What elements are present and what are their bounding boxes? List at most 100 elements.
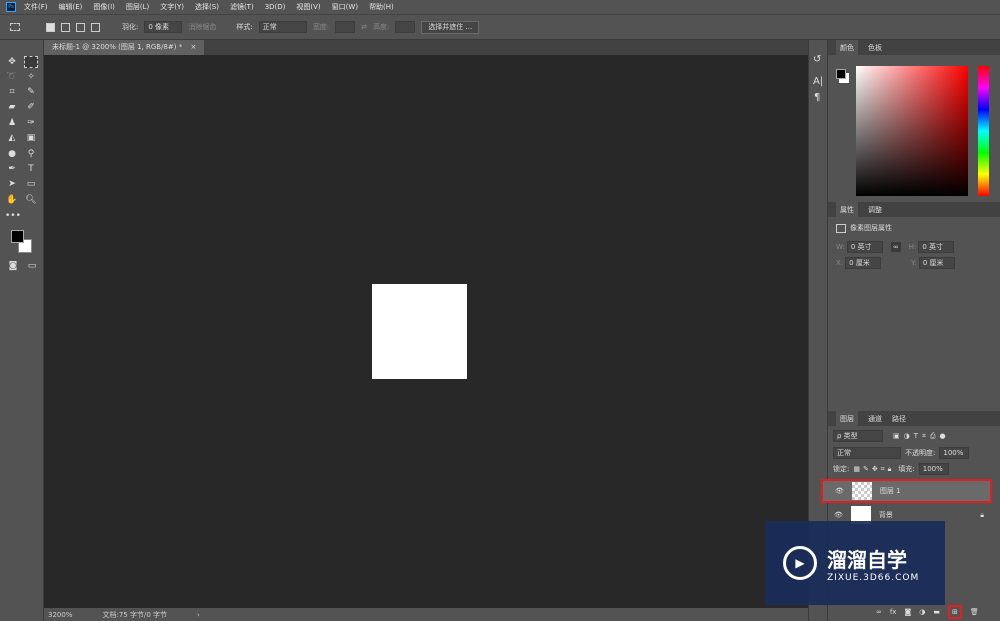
gradient-tool-icon[interactable]: ▣: [24, 132, 38, 144]
fill-label: 填充:: [898, 465, 915, 473]
tab-layers[interactable]: 图层: [836, 410, 858, 427]
adjustment-layer-icon[interactable]: ◑: [919, 608, 925, 616]
style-label: 样式:: [236, 23, 253, 31]
height-field[interactable]: 0 英寸: [918, 241, 955, 253]
menu-view[interactable]: 视图(V): [296, 2, 320, 12]
tab-paths[interactable]: 路径: [892, 414, 906, 424]
close-tab-icon[interactable]: ×: [190, 43, 196, 51]
type-tool-icon[interactable]: T: [24, 163, 38, 175]
blur-tool-icon[interactable]: ●: [5, 148, 19, 160]
stamp-tool-icon[interactable]: ♟: [5, 117, 19, 129]
layer-row-selected[interactable]: 👁︎ 图层 1: [821, 479, 992, 503]
eraser-tool-icon[interactable]: ◭: [5, 132, 19, 144]
layer-name[interactable]: 背景: [879, 510, 893, 520]
marquee-tool-icon[interactable]: [24, 56, 38, 68]
menu-select[interactable]: 选择(S): [195, 2, 219, 12]
marquee-preset-icon[interactable]: [10, 23, 20, 31]
more-tools-icon[interactable]: •••: [5, 210, 21, 222]
link-layers-icon[interactable]: ∞: [876, 608, 882, 616]
y-label: Y:: [911, 259, 917, 267]
menu-window[interactable]: 窗口(W): [332, 2, 358, 12]
layer-name[interactable]: 图层 1: [880, 486, 901, 496]
visibility-eye-icon[interactable]: 👁︎: [835, 487, 844, 495]
path-select-icon[interactable]: ➤: [5, 178, 19, 190]
color-fg-swatch[interactable]: [836, 69, 846, 79]
color-picker-field[interactable]: [856, 66, 968, 196]
history-icon[interactable]: ↺: [813, 54, 821, 65]
width-field[interactable]: 0 英寸: [846, 241, 883, 253]
move-tool-icon[interactable]: ✥: [5, 56, 19, 68]
style-select[interactable]: 正常: [258, 21, 307, 33]
delete-layer-icon[interactable]: 🗑︎: [970, 608, 979, 616]
zoom-level[interactable]: 3200%: [48, 611, 72, 619]
screen-mode-icon[interactable]: ▭: [25, 260, 39, 272]
document-tab[interactable]: 未标题-1 @ 3200% (图层 1, RGB/8#) * ×: [44, 40, 205, 55]
document-canvas[interactable]: [372, 284, 467, 379]
tab-color[interactable]: 颜色: [836, 39, 858, 56]
intersect-selection-icon[interactable]: [91, 22, 100, 32]
menu-filter[interactable]: 滤镜(T): [230, 2, 254, 12]
new-group-icon[interactable]: ▬: [933, 608, 940, 616]
dodge-tool-icon[interactable]: ⚲: [24, 148, 38, 160]
fill-input[interactable]: 100%: [918, 463, 949, 475]
zoom-tool-icon[interactable]: 🔍︎: [24, 194, 38, 206]
add-mask-icon[interactable]: ◙: [904, 608, 911, 616]
healing-brush-icon[interactable]: ▰: [5, 101, 19, 113]
lasso-tool-icon[interactable]: ➰: [5, 71, 19, 83]
width-input[interactable]: [335, 21, 356, 33]
eyedropper-icon[interactable]: ✎: [24, 86, 38, 98]
quick-mask-icon[interactable]: ◙: [6, 260, 20, 272]
brush-tool-icon[interactable]: ✐: [24, 101, 38, 113]
foreground-color-swatch[interactable]: [11, 230, 24, 243]
new-selection-icon[interactable]: [46, 22, 55, 32]
y-field[interactable]: 0 厘米: [918, 257, 955, 269]
select-and-mask-button[interactable]: 选择并遮住 ...: [421, 20, 480, 34]
h-label: H:: [908, 243, 917, 251]
history-brush-icon[interactable]: ✑: [24, 117, 38, 129]
blend-mode-select[interactable]: 正常: [833, 447, 901, 459]
subtract-selection-icon[interactable]: [76, 22, 85, 32]
antialias-checkbox[interactable]: 消除锯齿: [188, 22, 216, 32]
opacity-input[interactable]: 100%: [939, 447, 970, 459]
height-input[interactable]: [395, 21, 416, 33]
menu-file[interactable]: 文件(F): [24, 2, 48, 12]
add-selection-icon[interactable]: [61, 22, 70, 32]
x-field[interactable]: 0 厘米: [845, 257, 882, 269]
menu-edit[interactable]: 编辑(E): [59, 2, 83, 12]
character-icon[interactable]: A|: [813, 76, 823, 87]
rectangle-tool-icon[interactable]: ▭: [24, 178, 38, 190]
layer-thumbnail: [851, 482, 872, 500]
fx-icon[interactable]: fx: [890, 608, 897, 616]
tab-swatches[interactable]: 色板: [868, 43, 882, 53]
watermark-play-icon: ▶: [783, 546, 817, 580]
paragraph-icon[interactable]: ¶: [814, 92, 820, 103]
lock-icons[interactable]: ▦✎✥⌗🔒︎: [853, 465, 894, 474]
feather-input[interactable]: 0 像素: [144, 21, 183, 33]
hand-tool-icon[interactable]: ✋: [5, 194, 19, 206]
photoshop-logo: Ps: [6, 2, 16, 12]
layer-filter-select[interactable]: ρ 类型: [833, 430, 883, 442]
crop-tool-icon[interactable]: ⌗: [5, 86, 19, 98]
tab-properties[interactable]: 属性: [836, 201, 858, 218]
new-layer-icon[interactable]: ⊞: [947, 605, 962, 619]
menu-type[interactable]: 文字(Y): [160, 2, 184, 12]
color-panel-tabs: 颜色 色板: [828, 39, 1000, 56]
document-tab-bar: 未标题-1 @ 3200% (图层 1, RGB/8#) * ×: [44, 40, 808, 55]
hue-slider[interactable]: [978, 66, 989, 196]
menu-help[interactable]: 帮助(H): [369, 2, 394, 12]
menu-layer[interactable]: 图层(L): [126, 2, 149, 12]
watermark: ▶ 溜溜自学 ZIXUE.3D66.COM: [765, 521, 945, 605]
menu-image[interactable]: 图像(I): [93, 2, 115, 12]
menu-bar: Ps 文件(F) 编辑(E) 图像(I) 图层(L) 文字(Y) 选择(S) 滤…: [0, 0, 1000, 14]
feather-label: 羽化:: [122, 23, 139, 31]
visibility-eye-icon[interactable]: 👁︎: [834, 511, 843, 519]
pen-tool-icon[interactable]: ✒: [5, 163, 19, 175]
link-icon[interactable]: ∞: [890, 242, 901, 252]
tab-adjustments[interactable]: 调整: [868, 205, 882, 215]
tab-channels[interactable]: 通道: [868, 414, 882, 424]
status-menu-arrow[interactable]: ›: [197, 611, 200, 619]
swap-icon[interactable]: ⇄: [361, 23, 367, 31]
menu-3d[interactable]: 3D(D): [265, 3, 286, 11]
magic-wand-icon[interactable]: ✧: [24, 71, 38, 83]
filter-icons[interactable]: ▣◑T⌗⎙●: [893, 432, 950, 441]
